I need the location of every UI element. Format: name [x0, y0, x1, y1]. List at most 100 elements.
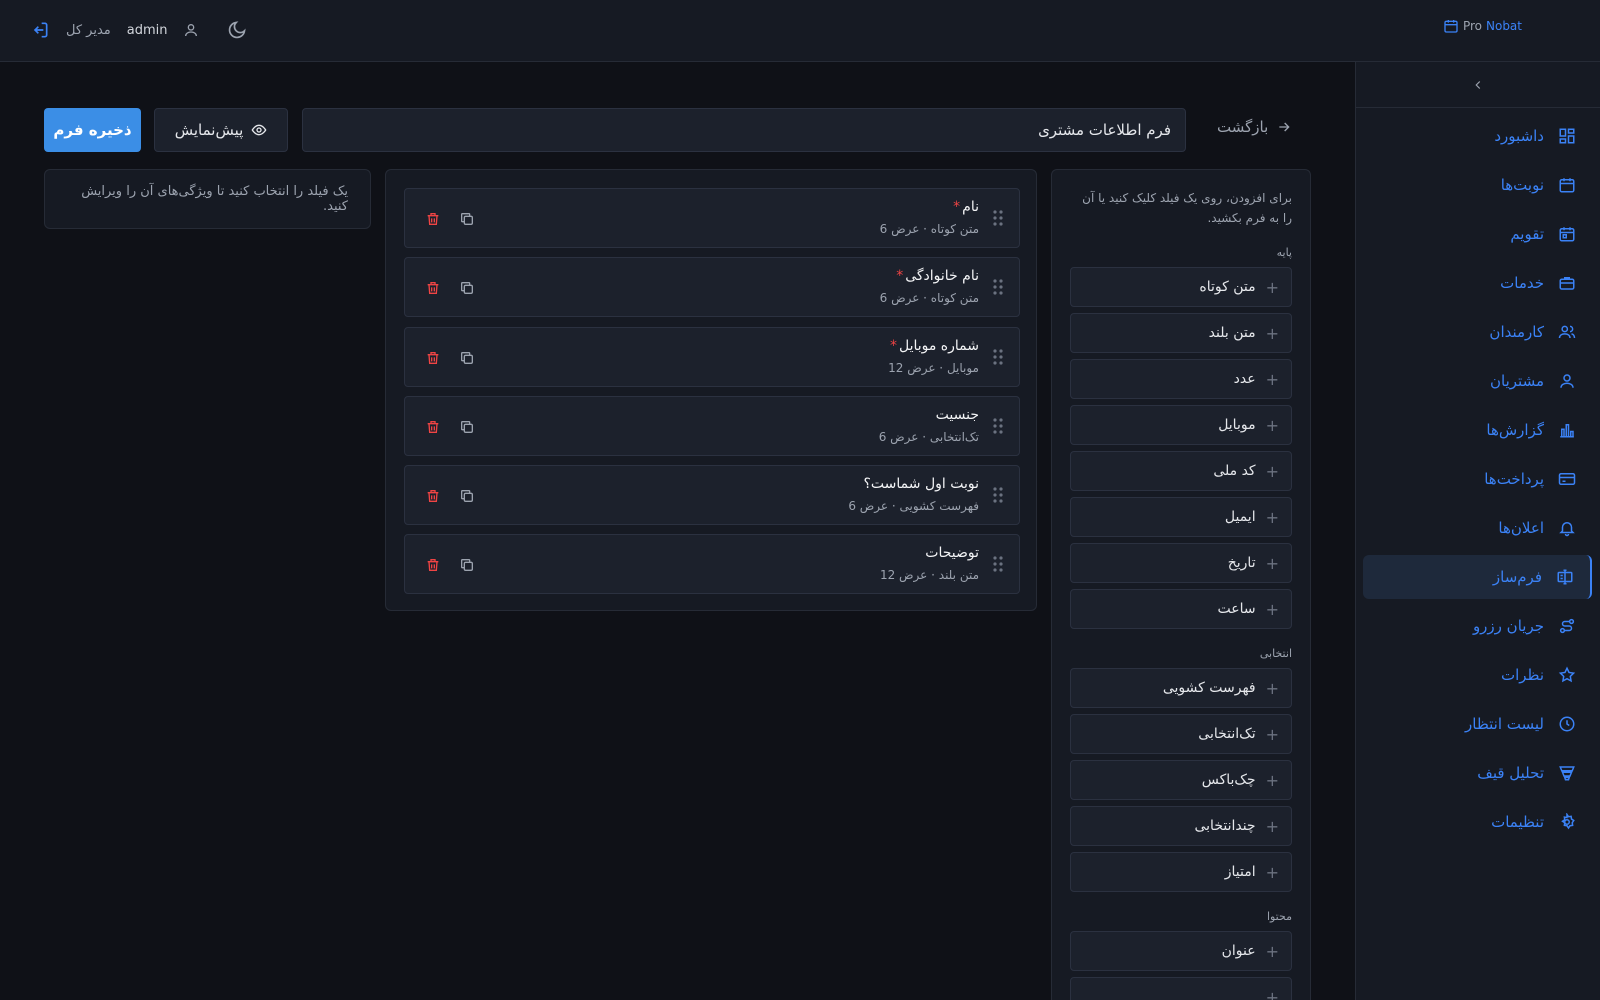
sidebar-item-payments[interactable]: پرداخت‌ها: [1363, 457, 1592, 501]
sidebar-item-staff[interactable]: کارمندان: [1363, 310, 1592, 354]
form-field-card[interactable]: جنسیت تک‌انتخابی · عرض 6: [404, 396, 1020, 456]
moon-icon[interactable]: [227, 20, 247, 40]
palette-item-email[interactable]: + ایمیل: [1070, 497, 1292, 537]
sidebar-collapse-button[interactable]: [1355, 62, 1600, 108]
sidebar-item-label: تنظیمات: [1491, 813, 1544, 831]
field-meta: موبایل · عرض 12: [888, 361, 979, 375]
sidebar-item-reports[interactable]: گزارش‌ها: [1363, 408, 1592, 452]
sidebar-item-customers[interactable]: مشتریان: [1363, 359, 1592, 403]
trash-icon[interactable]: [425, 280, 441, 296]
drag-handle-icon[interactable]: [993, 348, 1003, 366]
brand-logo[interactable]: Pro Nobat: [1443, 18, 1522, 34]
drag-handle-icon[interactable]: [993, 555, 1003, 573]
copy-icon[interactable]: [459, 350, 475, 366]
copy-icon[interactable]: [459, 557, 475, 573]
sidebar-nav: داشبورد نوبت‌ها تقویم خدمات کارمندان مشت…: [1355, 114, 1600, 849]
palette-item-multiselect[interactable]: + چندانتخابی: [1070, 806, 1292, 846]
palette-item-date[interactable]: + تاریخ: [1070, 543, 1292, 583]
back-link[interactable]: بازگشت: [1217, 118, 1292, 136]
palette-item-checkbox[interactable]: + چک‌باکس: [1070, 760, 1292, 800]
sidebar-item-form-builder[interactable]: فرم‌ساز: [1363, 555, 1592, 599]
user-icon: [1558, 372, 1576, 390]
palette-item-radio[interactable]: + تک‌انتخابی: [1070, 714, 1292, 754]
palette-group-basic: پایه: [1276, 246, 1292, 259]
form-field-card[interactable]: نام* متن کوتاه · عرض 6: [404, 188, 1020, 248]
sidebar-item-label: خدمات: [1500, 274, 1544, 292]
palette-item-label: چندانتخابی: [1194, 818, 1256, 834]
drag-handle-icon[interactable]: [993, 417, 1003, 435]
palette-item-heading[interactable]: + عنوان: [1070, 931, 1292, 971]
star-icon: [1558, 666, 1576, 684]
palette-item-label: متن کوتاه: [1199, 279, 1256, 295]
form-field-card[interactable]: توضیحات متن بلند · عرض 12: [404, 534, 1020, 594]
sidebar-item-notifications[interactable]: اعلان‌ها: [1363, 506, 1592, 550]
form-field-card[interactable]: نام خانوادگی* متن کوتاه · عرض 6: [404, 257, 1020, 317]
palette-item-rating[interactable]: + امتیاز: [1070, 852, 1292, 892]
palette-item-label: چک‌باکس: [1201, 772, 1256, 788]
copy-icon[interactable]: [459, 419, 475, 435]
form-field-card[interactable]: شماره موبایل* موبایل · عرض 12: [404, 327, 1020, 387]
sidebar-item-label: تقویم: [1510, 225, 1544, 243]
sidebar-item-services[interactable]: خدمات: [1363, 261, 1592, 305]
palette-item-mobile[interactable]: + موبایل: [1070, 405, 1292, 445]
required-marker: *: [889, 338, 897, 354]
arrow-right-icon: [1276, 119, 1292, 135]
palette-item-label: ایمیل: [1224, 509, 1256, 525]
form-field-card[interactable]: نوبت اول شماست؟ فهرست کشویی · عرض 6: [404, 465, 1020, 525]
sidebar-item-funnel[interactable]: تحلیل قیف: [1363, 751, 1592, 795]
plus-icon: +: [1265, 987, 1279, 1000]
palette-item-time[interactable]: + ساعت: [1070, 589, 1292, 629]
sidebar-item-dashboard[interactable]: داشبورد: [1363, 114, 1592, 158]
properties-panel: یک فیلد را انتخاب کنید تا ویژگی‌های آن ر…: [44, 169, 371, 229]
field-meta: تک‌انتخابی · عرض 6: [878, 430, 979, 444]
top-bar: Pro Nobat مدیر کل admin: [0, 0, 1600, 62]
palette-group-content: محتوا: [1266, 910, 1292, 923]
field-name: نام*: [953, 199, 979, 215]
trash-icon[interactable]: [425, 419, 441, 435]
logout-icon[interactable]: [30, 20, 50, 40]
palette-item-label: تاریخ: [1227, 555, 1256, 571]
credit-card-icon: [1558, 470, 1576, 488]
user-icon[interactable]: [183, 22, 199, 38]
sidebar-item-booking-flow[interactable]: جریان رزرو: [1363, 604, 1592, 648]
copy-icon[interactable]: [459, 211, 475, 227]
trash-icon[interactable]: [425, 557, 441, 573]
trash-icon[interactable]: [425, 488, 441, 504]
copy-icon[interactable]: [459, 280, 475, 296]
sidebar-item-appointments[interactable]: نوبت‌ها: [1363, 163, 1592, 207]
form-title-input[interactable]: [302, 108, 1186, 152]
palette-item-short-text[interactable]: + متن کوتاه: [1070, 267, 1292, 307]
drag-handle-icon[interactable]: [993, 278, 1003, 296]
palette-item-number[interactable]: + عدد: [1070, 359, 1292, 399]
trash-icon[interactable]: [425, 211, 441, 227]
main-content: بازگشت پیش‌نمایش ذخیره فرم برای افزودن، …: [0, 62, 1355, 1000]
field-meta: متن کوتاه · عرض 6: [879, 222, 979, 236]
sidebar-item-calendar[interactable]: تقویم: [1363, 212, 1592, 256]
sidebar-item-label: لیست انتظار: [1465, 715, 1544, 733]
preview-button[interactable]: پیش‌نمایش: [154, 108, 288, 152]
trash-icon[interactable]: [425, 350, 441, 366]
sidebar-item-label: پرداخت‌ها: [1484, 470, 1544, 488]
username[interactable]: admin: [127, 23, 168, 38]
drag-handle-icon[interactable]: [993, 209, 1003, 227]
properties-empty-hint: یک فیلد را انتخاب کنید تا ویژگی‌های آن ر…: [81, 184, 348, 214]
palette-item-content[interactable]: +: [1070, 977, 1292, 1000]
field-name-text: نوبت اول شماست؟: [863, 476, 980, 492]
palette-item-long-text[interactable]: + متن بلند: [1070, 313, 1292, 353]
required-marker: *: [896, 268, 904, 284]
back-label: بازگشت: [1217, 118, 1269, 136]
sidebar-item-settings[interactable]: تنظیمات: [1363, 800, 1592, 844]
sidebar-item-label: نظرات: [1500, 666, 1544, 684]
copy-icon[interactable]: [459, 488, 475, 504]
user-role: مدیر کل: [66, 22, 111, 38]
field-name-text: نام: [962, 199, 979, 215]
sidebar-item-label: فرم‌ساز: [1492, 568, 1542, 586]
palette-item-dropdown[interactable]: + فهرست کشویی: [1070, 668, 1292, 708]
gear-icon: [1558, 813, 1576, 831]
palette-item-national-id[interactable]: + کد ملی: [1070, 451, 1292, 491]
drag-handle-icon[interactable]: [993, 486, 1003, 504]
save-form-button[interactable]: ذخیره فرم: [44, 108, 141, 152]
sidebar-item-waitlist[interactable]: لیست انتظار: [1363, 702, 1592, 746]
field-name: نام خانوادگی*: [896, 268, 979, 284]
sidebar-item-reviews[interactable]: نظرات: [1363, 653, 1592, 697]
